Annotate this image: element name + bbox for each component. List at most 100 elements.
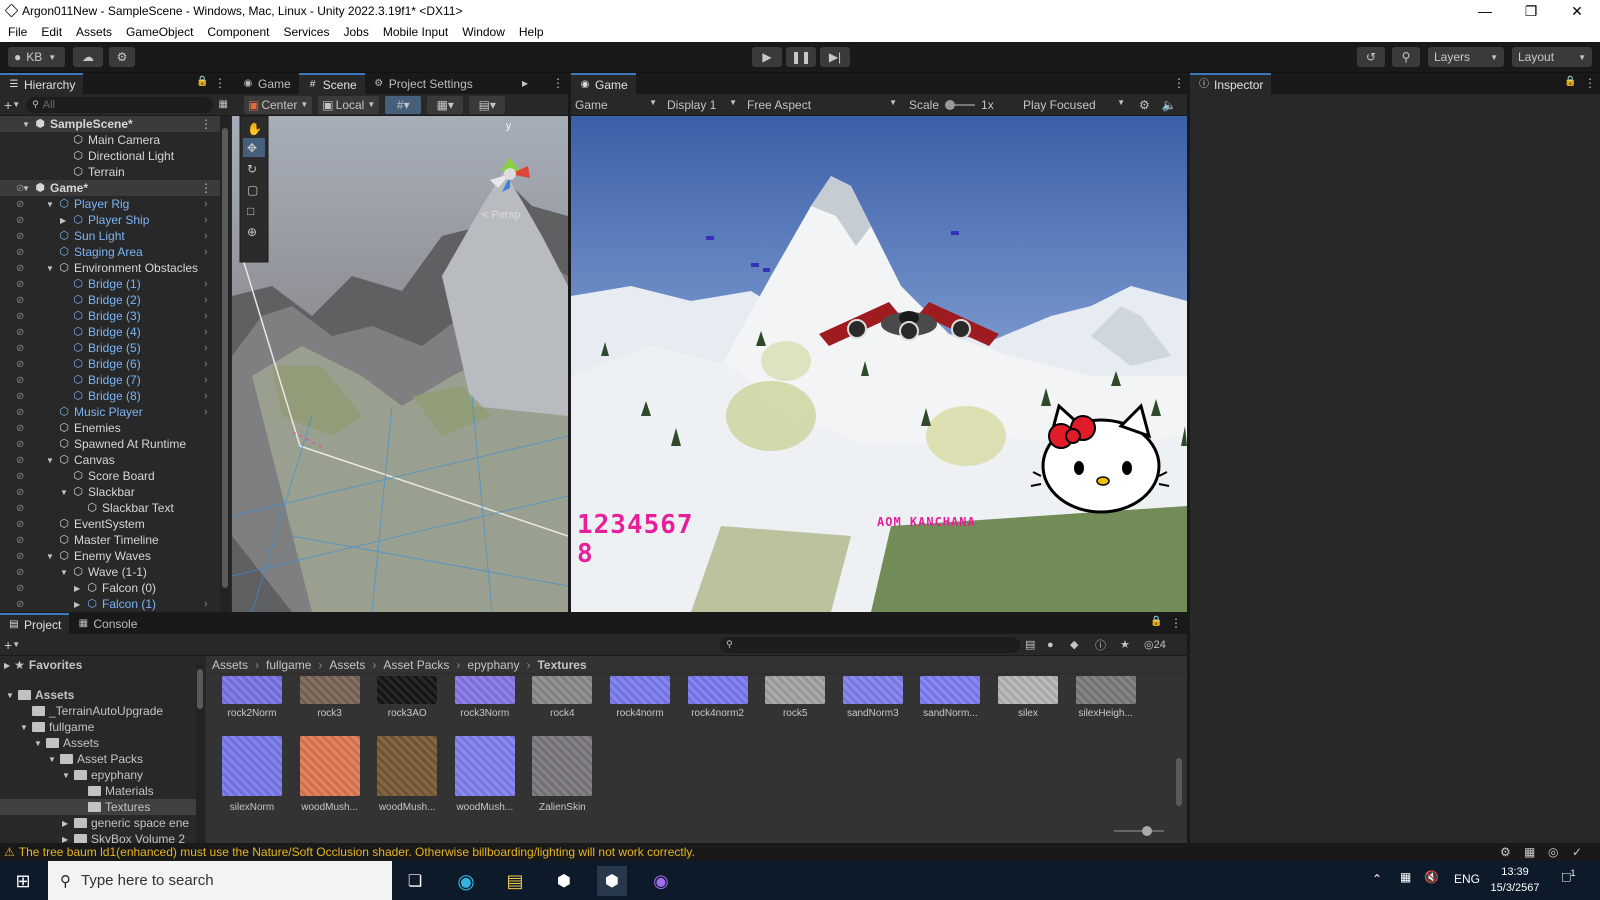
project-folder-row[interactable]: ▼ Assets	[0, 735, 196, 751]
account-button[interactable]: ● KB ▼	[8, 47, 65, 67]
texture-thumbnail[interactable]	[454, 676, 515, 704]
tree-scrollbar[interactable]	[196, 663, 204, 843]
tab-scene[interactable]: # Scene	[298, 73, 365, 94]
visibility-toggle-icon[interactable]: ⊘	[16, 343, 24, 354]
texture-thumbnail[interactable]	[532, 736, 593, 796]
tray-chevron-up-icon[interactable]: ⌃	[1372, 872, 1382, 886]
game-mode-dropdown[interactable]: Game ▼	[571, 98, 661, 112]
more-options-icon[interactable]: ⋮	[552, 76, 564, 90]
more-options-icon[interactable]: ⋮	[200, 181, 212, 195]
tab-project[interactable]: ▤ Project	[0, 613, 70, 634]
visibility-toggle-icon[interactable]: ⊘	[16, 535, 24, 546]
display-dropdown[interactable]: Display 1 ▼	[661, 98, 741, 112]
increment-snap-button[interactable]: ▦▾	[427, 95, 464, 114]
collab-button[interactable]: ⚙	[109, 47, 135, 67]
visibility-toggle-icon[interactable]: ⊘	[16, 471, 24, 482]
texture-thumbnail[interactable]	[1075, 676, 1136, 704]
add-icon[interactable]: +	[4, 637, 12, 653]
texture-thumbnail[interactable]	[299, 736, 360, 796]
favorites-row[interactable]: ▶ ★ Favorites	[4, 657, 82, 673]
expand-arrow-icon[interactable]: ▼	[60, 488, 68, 497]
hierarchy-row[interactable]: ⊘ ▼ ⬡ Enemy Waves	[0, 548, 220, 564]
label-filter-icon[interactable]: ◆	[1070, 638, 1078, 651]
hierarchy-row[interactable]: ⊘ ⬡ Bridge (4) ›	[0, 324, 220, 340]
visibility-toggle-icon[interactable]: ⊘	[16, 439, 24, 450]
step-button[interactable]: ▶|	[820, 47, 850, 67]
project-folder-row[interactable]: ▼ epyphany	[0, 767, 196, 783]
expand-arrow-icon[interactable]: ▶	[60, 216, 66, 225]
tab-overflow-icon[interactable]: ▸	[522, 76, 528, 90]
grid-snap-button[interactable]: #▾	[385, 95, 422, 114]
more-options-icon[interactable]: ⋮	[214, 76, 226, 90]
task-view-icon[interactable]: ❏	[400, 866, 430, 896]
open-prefab-chevron-icon[interactable]: ›	[204, 406, 208, 418]
tab-hierarchy[interactable]: ☰ Hierarchy	[0, 73, 84, 94]
texture-name[interactable]: woodMush...	[445, 802, 525, 813]
more-options-icon[interactable]: ⋮	[1584, 76, 1596, 90]
expand-arrow-icon[interactable]: ▼	[22, 184, 30, 193]
project-folder-row[interactable]: ▼ fullgame	[0, 719, 196, 735]
audio-icon[interactable]: 🔈	[1162, 98, 1177, 112]
minimize-button[interactable]: —	[1462, 0, 1508, 22]
open-prefab-chevron-icon[interactable]: ›	[204, 246, 208, 258]
hierarchy-scene-row[interactable]: ▼ ⬢ SampleScene* ⋮	[0, 116, 220, 132]
menu-item-edit[interactable]: Edit	[41, 25, 62, 39]
texture-thumbnail[interactable]	[998, 676, 1058, 704]
hierarchy-row[interactable]: ⊘ ⬡ Spawned At Runtime	[0, 436, 220, 452]
menu-item-help[interactable]: Help	[519, 25, 544, 39]
project-folder-row[interactable]: Materials	[0, 783, 196, 799]
hierarchy-row[interactable]: ⊘ ▶ ⬡ Player Ship ›	[0, 212, 220, 228]
hierarchy-row[interactable]: ⊘ ⬡ Bridge (6) ›	[0, 356, 220, 372]
texture-name[interactable]: rock5	[755, 708, 835, 719]
texture-name[interactable]: silexNorm	[212, 802, 292, 813]
hierarchy-row[interactable]: ⊘ ▼ ⬡ Player Rig ›	[0, 196, 220, 212]
open-prefab-chevron-icon[interactable]: ›	[204, 358, 208, 370]
pause-button[interactable]: ❚❚	[786, 47, 816, 67]
visibility-toggle-icon[interactable]: ⊘	[16, 519, 24, 530]
hierarchy-row[interactable]: ⊘ ⬡ Score Board	[0, 468, 220, 484]
visibility-toggle-icon[interactable]: ⊘	[16, 263, 24, 274]
menu-item-component[interactable]: Component	[207, 25, 269, 39]
play-button[interactable]: ▶	[752, 47, 782, 67]
open-prefab-chevron-icon[interactable]: ›	[204, 598, 208, 610]
hierarchy-row[interactable]: ⊘ ⬡ Staging Area ›	[0, 244, 220, 260]
unity-hub-icon[interactable]: ⬢	[549, 866, 579, 896]
texture-name[interactable]: rock2Norm	[212, 708, 292, 719]
texture-name[interactable]: rock3	[290, 708, 370, 719]
texture-name[interactable]: woodMush...	[367, 802, 447, 813]
breadcrumb-item[interactable]: epyphany	[467, 658, 519, 672]
github-desktop-icon[interactable]: ◉	[646, 866, 676, 896]
open-prefab-chevron-icon[interactable]: ›	[204, 310, 208, 322]
texture-name[interactable]: ZalienSkin	[522, 802, 602, 813]
texture-name[interactable]: rock3AO	[367, 708, 447, 719]
scale-slider[interactable]: Scale 1x	[901, 98, 1019, 112]
expand-arrow-icon[interactable]: ▼	[20, 723, 32, 732]
visibility-toggle-icon[interactable]: ⊘	[16, 327, 24, 338]
texture-name[interactable]: silexHeigh...	[1066, 708, 1146, 719]
hierarchy-row[interactable]: ⊘ ⬡ Sun Light ›	[0, 228, 220, 244]
favorite-star-icon[interactable]: ★	[1120, 638, 1130, 651]
scrollbar-thumb[interactable]	[222, 128, 228, 588]
tab-console[interactable]: ▦ Console	[69, 613, 145, 634]
texture-name[interactable]: rock4	[522, 708, 602, 719]
hierarchy-row[interactable]: ⊘ ▶ ⬡ Falcon (1) ›	[0, 596, 220, 612]
bug-icon[interactable]: ⚙	[1139, 98, 1150, 112]
visibility-toggle-icon[interactable]: ⊘	[16, 215, 24, 226]
game-viewport[interactable]: 1234567 8 AOM KANCHANA	[571, 116, 1187, 612]
texture-name[interactable]: rock4norm2	[678, 708, 758, 719]
windows-start-icon[interactable]: ⊞	[8, 866, 38, 896]
breadcrumb-item[interactable]: Assets	[329, 658, 365, 672]
aspect-dropdown[interactable]: Free Aspect ▼	[741, 98, 901, 112]
more-options-icon[interactable]: ⋮	[200, 117, 212, 131]
hierarchy-row[interactable]: ⊘ ⬡ Bridge (1) ›	[0, 276, 220, 292]
hierarchy-row[interactable]: ⊘ ⬡ Bridge (3) ›	[0, 308, 220, 324]
network-tray-icon[interactable]: ▦	[1400, 870, 1411, 884]
scrollbar-thumb[interactable]	[197, 669, 203, 709]
texture-thumbnail[interactable]	[765, 676, 826, 704]
visibility-toggle-icon[interactable]: ⊘	[16, 295, 24, 306]
expand-arrow-icon[interactable]: ▼	[62, 771, 74, 780]
project-folder-row[interactable]: _TerrainAutoUpgrade	[0, 703, 196, 719]
edge-icon[interactable]: ◉	[451, 866, 481, 896]
hierarchy-row[interactable]: ⊘ ▼ ⬡ Canvas	[0, 452, 220, 468]
hierarchy-row[interactable]: ⬡ Terrain	[0, 164, 220, 180]
